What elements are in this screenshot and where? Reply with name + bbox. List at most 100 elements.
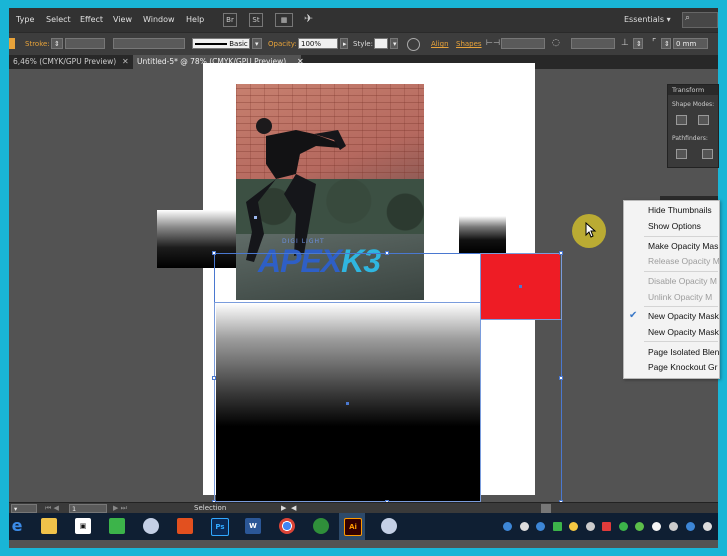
store-icon[interactable]: ▣ <box>75 518 91 534</box>
browser-icon[interactable] <box>143 518 159 534</box>
tray-volume-icon[interactable] <box>703 522 712 531</box>
graphic-style-swatch[interactable] <box>374 38 388 49</box>
menu-item-hide-thumbnails[interactable]: Hide Thumbnails <box>648 205 712 215</box>
workspace-label: Essentials <box>624 15 665 24</box>
rotate-field[interactable] <box>571 38 615 49</box>
tray-yellow-icon[interactable] <box>569 522 578 531</box>
height-icon: ⊥ <box>621 38 629 48</box>
style-label: Style: <box>353 40 373 48</box>
next-page-icon[interactable]: ▶ ⏭ <box>113 504 127 513</box>
pathfinders-label: Pathfinders: <box>672 135 708 142</box>
menu-type[interactable]: Type <box>16 15 34 24</box>
menu-item-disable-opacity-mask: Disable Opacity M <box>648 276 717 286</box>
windows-taskbar: e ▣ Ps W Ai <box>9 513 718 540</box>
search-input[interactable]: ⌕ <box>682 12 718 28</box>
tray-link-icon[interactable] <box>586 522 595 531</box>
tray-battery-icon[interactable] <box>669 522 678 531</box>
photo-center-point <box>254 216 257 219</box>
stock-icon[interactable]: St <box>249 13 263 27</box>
tray-antivirus-icon[interactable] <box>602 522 611 531</box>
office-icon[interactable] <box>177 518 193 534</box>
variable-width-profile[interactable] <box>113 38 185 49</box>
minus-front-icon[interactable] <box>698 115 709 125</box>
resize-handle-right[interactable] <box>559 376 563 380</box>
camtasia-icon[interactable] <box>109 518 125 534</box>
opacity-label[interactable]: Opacity: <box>268 40 297 48</box>
status-menu-icon[interactable]: ▶ <box>281 504 286 512</box>
tray-cloud-icon[interactable] <box>536 522 545 531</box>
fill-swatch[interactable] <box>9 38 15 49</box>
divide-icon[interactable] <box>676 149 687 159</box>
menu-window[interactable]: Window <box>143 15 175 24</box>
arrange-documents-icon[interactable]: ▦ <box>275 13 293 27</box>
red-center-point <box>519 285 522 288</box>
resize-handle-top[interactable] <box>385 251 389 255</box>
zoom-field[interactable]: ▾ <box>11 504 37 513</box>
photoshop-icon[interactable]: Ps <box>211 518 229 536</box>
page-field[interactable]: 1 <box>69 504 107 513</box>
stroke-weight-field[interactable] <box>65 38 105 49</box>
menu-item-release-opacity-mask: Release Opacity M <box>648 256 720 266</box>
corner-stepper[interactable]: ⇕ <box>661 38 671 49</box>
width-field[interactable] <box>501 38 545 49</box>
stroke-stepper[interactable]: ⇕ <box>51 38 63 49</box>
panel-tab-transform[interactable]: Transform <box>668 85 718 95</box>
word-icon[interactable]: W <box>245 518 261 534</box>
horizontal-scrollbar-thumb[interactable] <box>541 504 551 513</box>
brush-definition[interactable]: Basic <box>192 38 250 49</box>
menu-item-new-opacity-mask-invert[interactable]: New Opacity Mask <box>648 327 719 337</box>
resize-handle-top-left[interactable] <box>212 251 216 255</box>
camtasia-recorder-icon[interactable] <box>313 518 329 534</box>
tab-document-1[interactable]: 6,46% (CMYK/GPU Preview) <box>9 55 120 69</box>
first-page-icon[interactable]: ⏮ ◀ <box>45 504 59 513</box>
scroll-left-icon[interactable]: ◀ <box>291 504 296 512</box>
menu-separator <box>644 236 718 237</box>
tray-network-icon[interactable] <box>503 522 512 531</box>
opacity-arrow[interactable]: ▸ <box>340 38 348 49</box>
sync-icon[interactable]: ✈ <box>304 12 313 25</box>
menu-item-new-opacity-mask-clip[interactable]: New Opacity Mask <box>648 311 719 321</box>
close-icon[interactable]: ✕ <box>122 55 129 69</box>
menu-item-make-opacity-mask[interactable]: Make Opacity Mas <box>648 241 718 251</box>
tray-wechat-icon[interactable] <box>635 522 644 531</box>
rotate-icon: ◌ <box>552 38 560 48</box>
corner-radius-field[interactable]: 0 mm <box>673 38 708 49</box>
browser-2-icon[interactable] <box>381 518 397 534</box>
illustrator-icon[interactable]: Ai <box>344 518 362 536</box>
edge-icon[interactable]: e <box>9 518 25 534</box>
tray-chat-icon[interactable] <box>652 522 661 531</box>
gradient-rectangle-right[interactable] <box>459 216 506 253</box>
menu-item-page-isolated-blending[interactable]: Page Isolated Blen <box>648 347 719 357</box>
menu-help[interactable]: Help <box>186 15 204 24</box>
transform-panel: Transform Shape Modes: Pathfinders: <box>667 84 719 168</box>
bridge-icon[interactable]: Br <box>223 13 237 27</box>
menu-view[interactable]: View <box>113 15 132 24</box>
unite-icon[interactable] <box>676 115 687 125</box>
current-tool-label: Selection <box>194 504 227 512</box>
resize-handle-left[interactable] <box>212 376 216 380</box>
menu-separator <box>644 271 718 272</box>
menu-item-page-knockout-group[interactable]: Page Knockout Gr <box>648 362 717 372</box>
menu-item-show-options[interactable]: Show Options <box>648 221 701 231</box>
tray-checkbox-icon[interactable] <box>619 522 628 531</box>
menu-select[interactable]: Select <box>46 15 71 24</box>
menu-effect[interactable]: Effect <box>80 15 103 24</box>
workspace-switcher[interactable]: Essentials ▾ <box>624 15 671 24</box>
brush-dropdown[interactable]: ▾ <box>252 38 262 49</box>
align-link[interactable]: Align <box>431 40 449 48</box>
opacity-field[interactable]: 100% <box>298 38 338 49</box>
file-explorer-icon[interactable] <box>41 518 57 534</box>
recolor-icon[interactable] <box>407 38 420 51</box>
tray-bluetooth-icon[interactable] <box>686 522 695 531</box>
tray-app-icon[interactable] <box>520 522 529 531</box>
style-dropdown[interactable]: ▾ <box>390 38 398 49</box>
resize-handle-top-right[interactable] <box>559 251 563 255</box>
tray-green-icon[interactable] <box>553 522 562 531</box>
shapes-link[interactable]: Shapes <box>456 40 482 48</box>
chrome-icon[interactable] <box>279 518 295 534</box>
shape-modes-label: Shape Modes: <box>672 101 715 108</box>
check-icon: ✔ <box>629 310 638 321</box>
height-stepper[interactable]: ⇕ <box>633 38 643 49</box>
trim-icon[interactable] <box>702 149 713 159</box>
stroke-label[interactable]: Stroke: <box>25 40 50 48</box>
